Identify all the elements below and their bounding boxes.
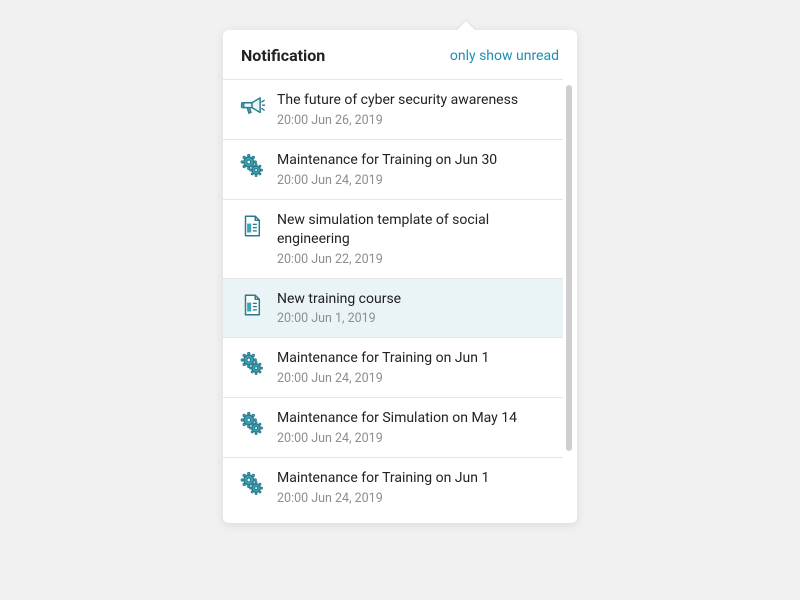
popover-pointer bbox=[456, 21, 476, 31]
notification-item[interactable]: New simulation template of social engine… bbox=[223, 200, 563, 279]
notification-item[interactable]: New training course 20:00 Jun 1, 2019 bbox=[223, 279, 563, 339]
notification-item[interactable]: Maintenance for Training on Jun 30 20:00 … bbox=[223, 140, 563, 200]
filter-unread-link[interactable]: only show unread bbox=[450, 48, 559, 64]
notification-timestamp: 20:00 Jun 24, 2019 bbox=[277, 491, 553, 506]
gear-icon bbox=[239, 351, 265, 377]
notification-title: Maintenance for Training on Jun 30 bbox=[277, 151, 553, 170]
gear-icon bbox=[239, 411, 265, 437]
gear-icon bbox=[239, 153, 265, 179]
notification-panel: Notification only show unread The future… bbox=[223, 30, 577, 523]
scrollbar[interactable] bbox=[563, 79, 577, 517]
notification-title: Maintenance for Training on Jun 1 bbox=[277, 349, 553, 368]
panel-title: Notification bbox=[241, 46, 325, 65]
notification-timestamp: 20:00 Jun 24, 2019 bbox=[277, 431, 553, 446]
notification-timestamp: 20:00 Jun 24, 2019 bbox=[277, 371, 553, 386]
notification-item[interactable]: Maintenance for Training on Jun 1 20:00 J… bbox=[223, 458, 563, 517]
notification-list: The future of cyber security awareness 20… bbox=[223, 79, 563, 517]
notification-title: New simulation template of social engine… bbox=[277, 211, 553, 249]
notification-title: New training course bbox=[277, 290, 553, 309]
notification-title: Maintenance for Simulation on May 14 bbox=[277, 409, 553, 428]
notification-title: The future of cyber security awareness bbox=[277, 91, 553, 110]
notification-item[interactable]: Maintenance for Simulation on May 14 20:0… bbox=[223, 398, 563, 458]
notification-timestamp: 20:00 Jun 22, 2019 bbox=[277, 252, 553, 267]
notification-item[interactable]: The future of cyber security awareness 20… bbox=[223, 80, 563, 140]
megaphone-icon bbox=[239, 93, 265, 119]
scroll-thumb[interactable] bbox=[566, 85, 572, 451]
panel-header: Notification only show unread bbox=[223, 30, 577, 79]
notification-timestamp: 20:00 Jun 24, 2019 bbox=[277, 173, 553, 188]
document-icon bbox=[239, 213, 265, 239]
notification-timestamp: 20:00 Jun 1, 2019 bbox=[277, 311, 553, 326]
document-icon bbox=[239, 292, 265, 318]
notification-timestamp: 20:00 Jun 26, 2019 bbox=[277, 113, 553, 128]
gear-icon bbox=[239, 471, 265, 497]
notification-item[interactable]: Maintenance for Training on Jun 1 20:00 J… bbox=[223, 338, 563, 398]
notification-title: Maintenance for Training on Jun 1 bbox=[277, 469, 553, 488]
